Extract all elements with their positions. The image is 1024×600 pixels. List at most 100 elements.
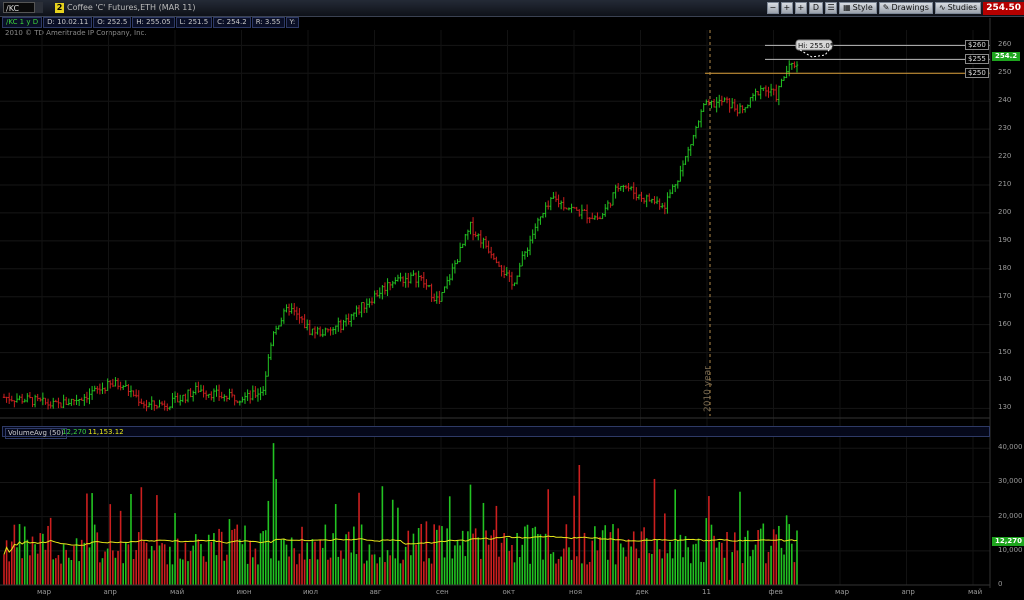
volume-bar [389, 555, 391, 585]
volume-bar [640, 531, 643, 585]
volume-bar [150, 546, 153, 585]
volume-bar [498, 556, 500, 585]
volume-bar [638, 558, 640, 585]
volume-bar [70, 560, 73, 585]
volume-bar [661, 558, 664, 585]
volume-bar [60, 563, 62, 585]
volume-bar [687, 547, 689, 585]
volume-bar [702, 562, 705, 585]
volume-bar [373, 554, 376, 585]
volume-bar [529, 563, 531, 585]
volume-bar [477, 537, 480, 585]
price-level-label[interactable]: $250 [965, 68, 989, 79]
volume-bar [575, 556, 578, 585]
volume-bar [78, 561, 80, 585]
volume-bar [91, 493, 93, 585]
volume-bar [306, 542, 309, 585]
volume-bar [316, 559, 319, 585]
volume-bar [500, 542, 503, 585]
volume-bar [508, 550, 511, 585]
volume-bar [518, 557, 521, 585]
volume-bar [231, 529, 233, 585]
price-level-label[interactable]: $255 [965, 54, 989, 65]
volume-bar [609, 532, 612, 585]
volume-bar [371, 554, 373, 585]
volume-bar [161, 543, 163, 585]
volume-bar [770, 545, 772, 585]
volume-bar [754, 544, 757, 585]
volume-bar [607, 559, 609, 585]
volume-bar [404, 546, 407, 585]
volume-bar [303, 559, 306, 585]
volume-bar [44, 549, 47, 585]
volume-bar [112, 550, 114, 585]
volume-bar [117, 550, 119, 585]
volume-bar [537, 533, 539, 585]
volume-axis: 40,000 30,000 20,000 10,000 0 [992, 0, 1024, 590]
volume-bar [555, 563, 557, 585]
price-levels [705, 44, 990, 74]
volume-tick: 20,000 [998, 511, 1023, 520]
volume-bar [52, 559, 55, 585]
volume-bar [332, 533, 334, 585]
volume-bar [345, 534, 347, 585]
volume-bar [679, 534, 682, 585]
volume-bar [534, 526, 537, 585]
volume-bar [277, 560, 280, 585]
volume-bar [182, 559, 184, 585]
volume-bar [275, 479, 277, 585]
volume-bar [49, 517, 52, 585]
volume-bar [355, 554, 358, 585]
price-level-label[interactable]: $260 [965, 40, 989, 51]
volume-bar [573, 495, 575, 585]
high-callout[interactable]: Hi: 255.05 [795, 39, 834, 58]
month-tick: июл [303, 588, 318, 596]
volume-bar [337, 556, 340, 585]
volume-bars [3, 443, 798, 585]
volume-bar [513, 562, 516, 585]
volume-bar [596, 550, 599, 585]
volume-bar [511, 545, 513, 585]
volume-bar [765, 563, 767, 585]
volume-bar [684, 536, 687, 585]
volume-bar [360, 524, 363, 585]
volume-bar [96, 532, 99, 585]
volume-bar [734, 532, 736, 585]
volume-bar [210, 541, 213, 585]
volume-bar [363, 563, 366, 585]
volume-bar [145, 542, 148, 585]
volume-bar [21, 558, 23, 585]
volume-bar [233, 528, 236, 585]
volume-bar [565, 524, 568, 585]
volume-bar [13, 524, 16, 585]
volume-bar [171, 564, 174, 585]
volume-bar [588, 561, 591, 585]
volume-bar [410, 555, 412, 585]
volume-bar [578, 464, 581, 585]
volume-bar [741, 563, 744, 585]
volume-bar [202, 556, 205, 585]
volume-bar [666, 553, 669, 585]
month-tick: мар [37, 588, 52, 596]
volume-bar [254, 548, 257, 585]
volume-bar [29, 555, 31, 585]
volume-bar [223, 560, 226, 585]
volume-bar [207, 534, 210, 585]
volume-bar [298, 553, 301, 585]
grid [0, 30, 990, 586]
volume-bar [721, 542, 723, 585]
price-chart[interactable]: 2010 year Hi: 255.05 [0, 0, 1024, 600]
volume-bar [495, 505, 498, 585]
volume-bar [739, 491, 741, 585]
volume-bar [762, 523, 765, 585]
volume-bar [710, 524, 713, 585]
volume-bar [311, 539, 314, 585]
volume-bar [645, 538, 648, 585]
volume-bar [334, 504, 337, 585]
volume-bar [119, 510, 122, 585]
volume-study-label[interactable]: VolumeAvg (50) [5, 428, 67, 439]
volume-bar [127, 544, 130, 585]
month-tick: сен [436, 588, 449, 596]
volume-bar [130, 494, 132, 585]
volume-bar [205, 561, 207, 585]
